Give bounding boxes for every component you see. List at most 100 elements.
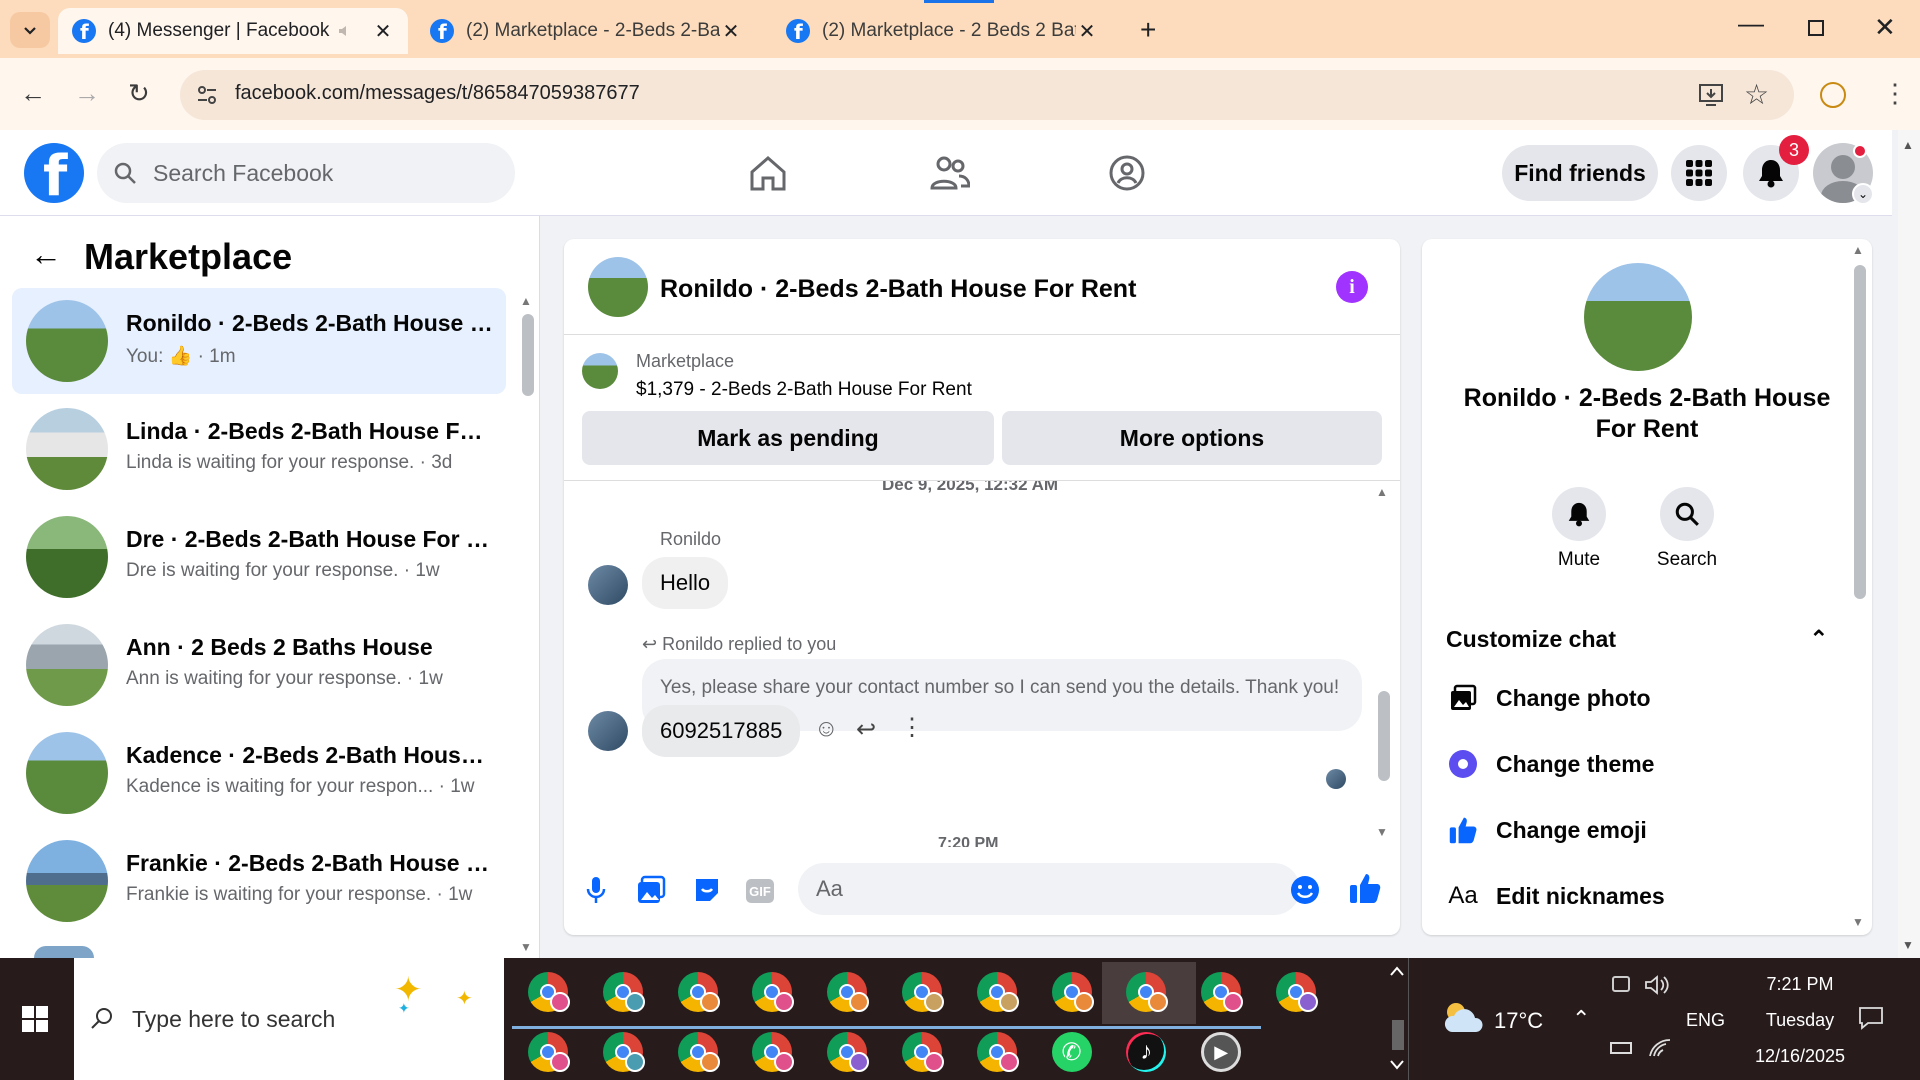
restore-icon[interactable] [1808, 20, 1824, 36]
bookmark-star-icon[interactable]: ☆ [1744, 78, 1769, 111]
menu-button[interactable] [1671, 145, 1727, 201]
more-options-button[interactable]: More options [1002, 411, 1382, 465]
info-icon[interactable]: i [1336, 271, 1368, 303]
chrome-pink-icon[interactable] [752, 1032, 795, 1072]
find-friends-button[interactable]: Find friends [1502, 145, 1658, 201]
profile-icon[interactable] [1820, 82, 1846, 108]
meet-now-icon[interactable] [1612, 976, 1630, 992]
chrome-teal-icon[interactable] [602, 1032, 645, 1072]
chat-avatar[interactable] [588, 257, 648, 317]
sender-avatar[interactable] [588, 711, 628, 751]
chrome-orange-icon[interactable] [1126, 972, 1169, 1012]
more-actions-icon[interactable]: ⋮ [900, 713, 924, 742]
chrome-pink-icon[interactable] [1201, 972, 1244, 1012]
microphone-icon[interactable] [586, 875, 606, 905]
language-indicator[interactable]: ENG [1686, 1010, 1725, 1031]
weather-cloudy-icon[interactable] [1442, 1000, 1486, 1034]
chrome-pink-icon[interactable] [752, 972, 795, 1012]
close-window-icon[interactable]: ✕ [1874, 12, 1896, 43]
close-tab-icon[interactable]: ✕ [720, 19, 742, 44]
scroll-up-icon[interactable]: ▲ [1376, 485, 1388, 499]
whatsapp-icon[interactable]: ✆ [1051, 1032, 1092, 1072]
conversation-item[interactable]: Frankie · 2-Beds 2-Bath House For Rent F… [12, 828, 506, 934]
chrome-tan-icon[interactable] [902, 972, 944, 1012]
emoji-icon[interactable] [1290, 875, 1320, 905]
close-tab-icon[interactable]: ✕ [372, 19, 394, 44]
edit-nicknames-item[interactable]: Aa Edit nicknames [1448, 881, 1664, 911]
scroll-down-icon[interactable]: ▼ [1902, 938, 1914, 952]
chrome-teal-icon[interactable] [602, 972, 645, 1012]
chrome-pink-icon[interactable] [976, 1032, 1019, 1072]
taskbar-search-input[interactable]: Type here to search [74, 958, 504, 1080]
chrome-orange-icon[interactable] [827, 972, 870, 1012]
conversation-item[interactable]: Ronildo · 2-Beds 2-Bath House For Rent Y… [12, 288, 506, 394]
message-bubble[interactable]: Hello [642, 557, 729, 609]
mark-as-pending-button[interactable]: Mark as pending [582, 411, 994, 465]
scroll-down-icon[interactable]: ▼ [1852, 915, 1864, 929]
listing-text[interactable]: $1,379 - 2-Beds 2-Bath House For Rent [636, 379, 972, 401]
chevron-down-icon[interactable]: ⌄ [1852, 183, 1874, 205]
mute-button[interactable] [1552, 487, 1606, 541]
back-icon[interactable]: ← [20, 78, 46, 109]
forward-icon[interactable]: → [74, 78, 100, 109]
sticker-icon[interactable] [692, 875, 722, 905]
notification-center-icon[interactable] [1858, 1006, 1884, 1030]
clock-date[interactable]: 12/16/2025 [1732, 1046, 1868, 1067]
chevron-up-icon[interactable] [1390, 966, 1404, 976]
new-tab-icon[interactable]: + [1140, 14, 1156, 46]
clock-day[interactable]: Tuesday [1740, 1010, 1860, 1031]
tab-messenger[interactable]: (4) Messenger | Facebook ✕ [58, 8, 408, 54]
facebook-logo[interactable]: f [24, 143, 84, 207]
chrome-purple-icon[interactable] [827, 1032, 870, 1072]
change-theme-item[interactable]: Change theme [1448, 749, 1654, 779]
chrome-orange-icon[interactable] [1051, 972, 1094, 1012]
react-emoji-icon[interactable]: ☺ [814, 715, 839, 743]
wifi-icon[interactable] [1648, 1038, 1672, 1058]
tab-search-button[interactable] [10, 12, 50, 48]
chrome-tan-icon[interactable] [976, 972, 1019, 1012]
conversation-item[interactable]: Dre · 2-Beds 2-Bath House For Rent Dre i… [12, 504, 506, 610]
conversation-item[interactable]: Ann · 2 Beds 2 Baths House Ann is waitin… [12, 612, 506, 718]
groups-icon[interactable] [1108, 154, 1146, 192]
chrome-orange-icon[interactable] [677, 972, 720, 1012]
photo-icon[interactable] [636, 875, 666, 905]
message-bubble[interactable]: 6092517885 [642, 705, 801, 757]
reply-icon[interactable]: ↩ [856, 715, 876, 744]
chrome-pink-icon[interactable] [528, 972, 570, 1012]
change-photo-item[interactable]: Change photo [1448, 683, 1651, 713]
close-tab-icon[interactable]: ✕ [1076, 19, 1098, 44]
scroll-down-icon[interactable]: ▼ [1376, 825, 1388, 839]
back-arrow-icon[interactable]: ← [30, 236, 62, 273]
scroll-up-icon[interactable]: ▲ [1902, 138, 1914, 152]
conversation-item[interactable]: Kadence · 2-Beds 2-Bath House For Rent K… [12, 720, 506, 826]
chevron-down-icon[interactable] [1390, 1060, 1404, 1070]
battery-icon[interactable] [1610, 1042, 1632, 1054]
conversation-item[interactable]: Linda · 2-Beds 2-Bath House For Rent Lin… [12, 396, 506, 502]
sender-avatar[interactable] [588, 565, 628, 605]
conversation-list-scrollbar[interactable] [522, 314, 534, 396]
weather-temp[interactable]: 17°C [1494, 1008, 1543, 1034]
chrome-pink-icon[interactable] [528, 1032, 570, 1072]
speaker-icon[interactable] [1644, 974, 1670, 996]
friends-icon[interactable] [928, 154, 970, 192]
gif-icon[interactable]: GIF [746, 879, 774, 903]
chrome-menu-icon[interactable]: ⋮ [1882, 78, 1908, 109]
chat-title[interactable]: Ronildo · 2-Beds 2-Bath House For Rent [660, 275, 1136, 304]
customize-chat-toggle[interactable]: Customize chat ⌃ [1446, 619, 1836, 659]
contact-avatar[interactable] [1584, 263, 1692, 371]
clock-time[interactable]: 7:21 PM [1740, 974, 1860, 995]
listing-thumbnail[interactable] [582, 353, 618, 389]
minimize-icon[interactable]: — [1738, 8, 1764, 39]
chat-scrollbar[interactable] [1378, 691, 1390, 781]
thumbs-up-send-icon[interactable] [1348, 871, 1382, 905]
home-icon[interactable] [748, 154, 788, 192]
page-scrollbar[interactable] [1898, 130, 1920, 958]
reload-icon[interactable]: ↻ [128, 78, 150, 109]
tray-overflow-icon[interactable]: ⌃ [1572, 1006, 1590, 1032]
info-panel-scrollbar[interactable] [1854, 265, 1866, 599]
install-app-icon[interactable] [1698, 82, 1724, 108]
tab-marketplace-2[interactable]: (2) Marketplace - 2 Beds 2 Bath ✕ [772, 8, 1112, 54]
change-emoji-item[interactable]: Change emoji [1448, 815, 1647, 845]
taskbar-scrollbar[interactable] [1392, 1020, 1404, 1050]
media-player-icon[interactable]: ▶ [1201, 1032, 1242, 1072]
